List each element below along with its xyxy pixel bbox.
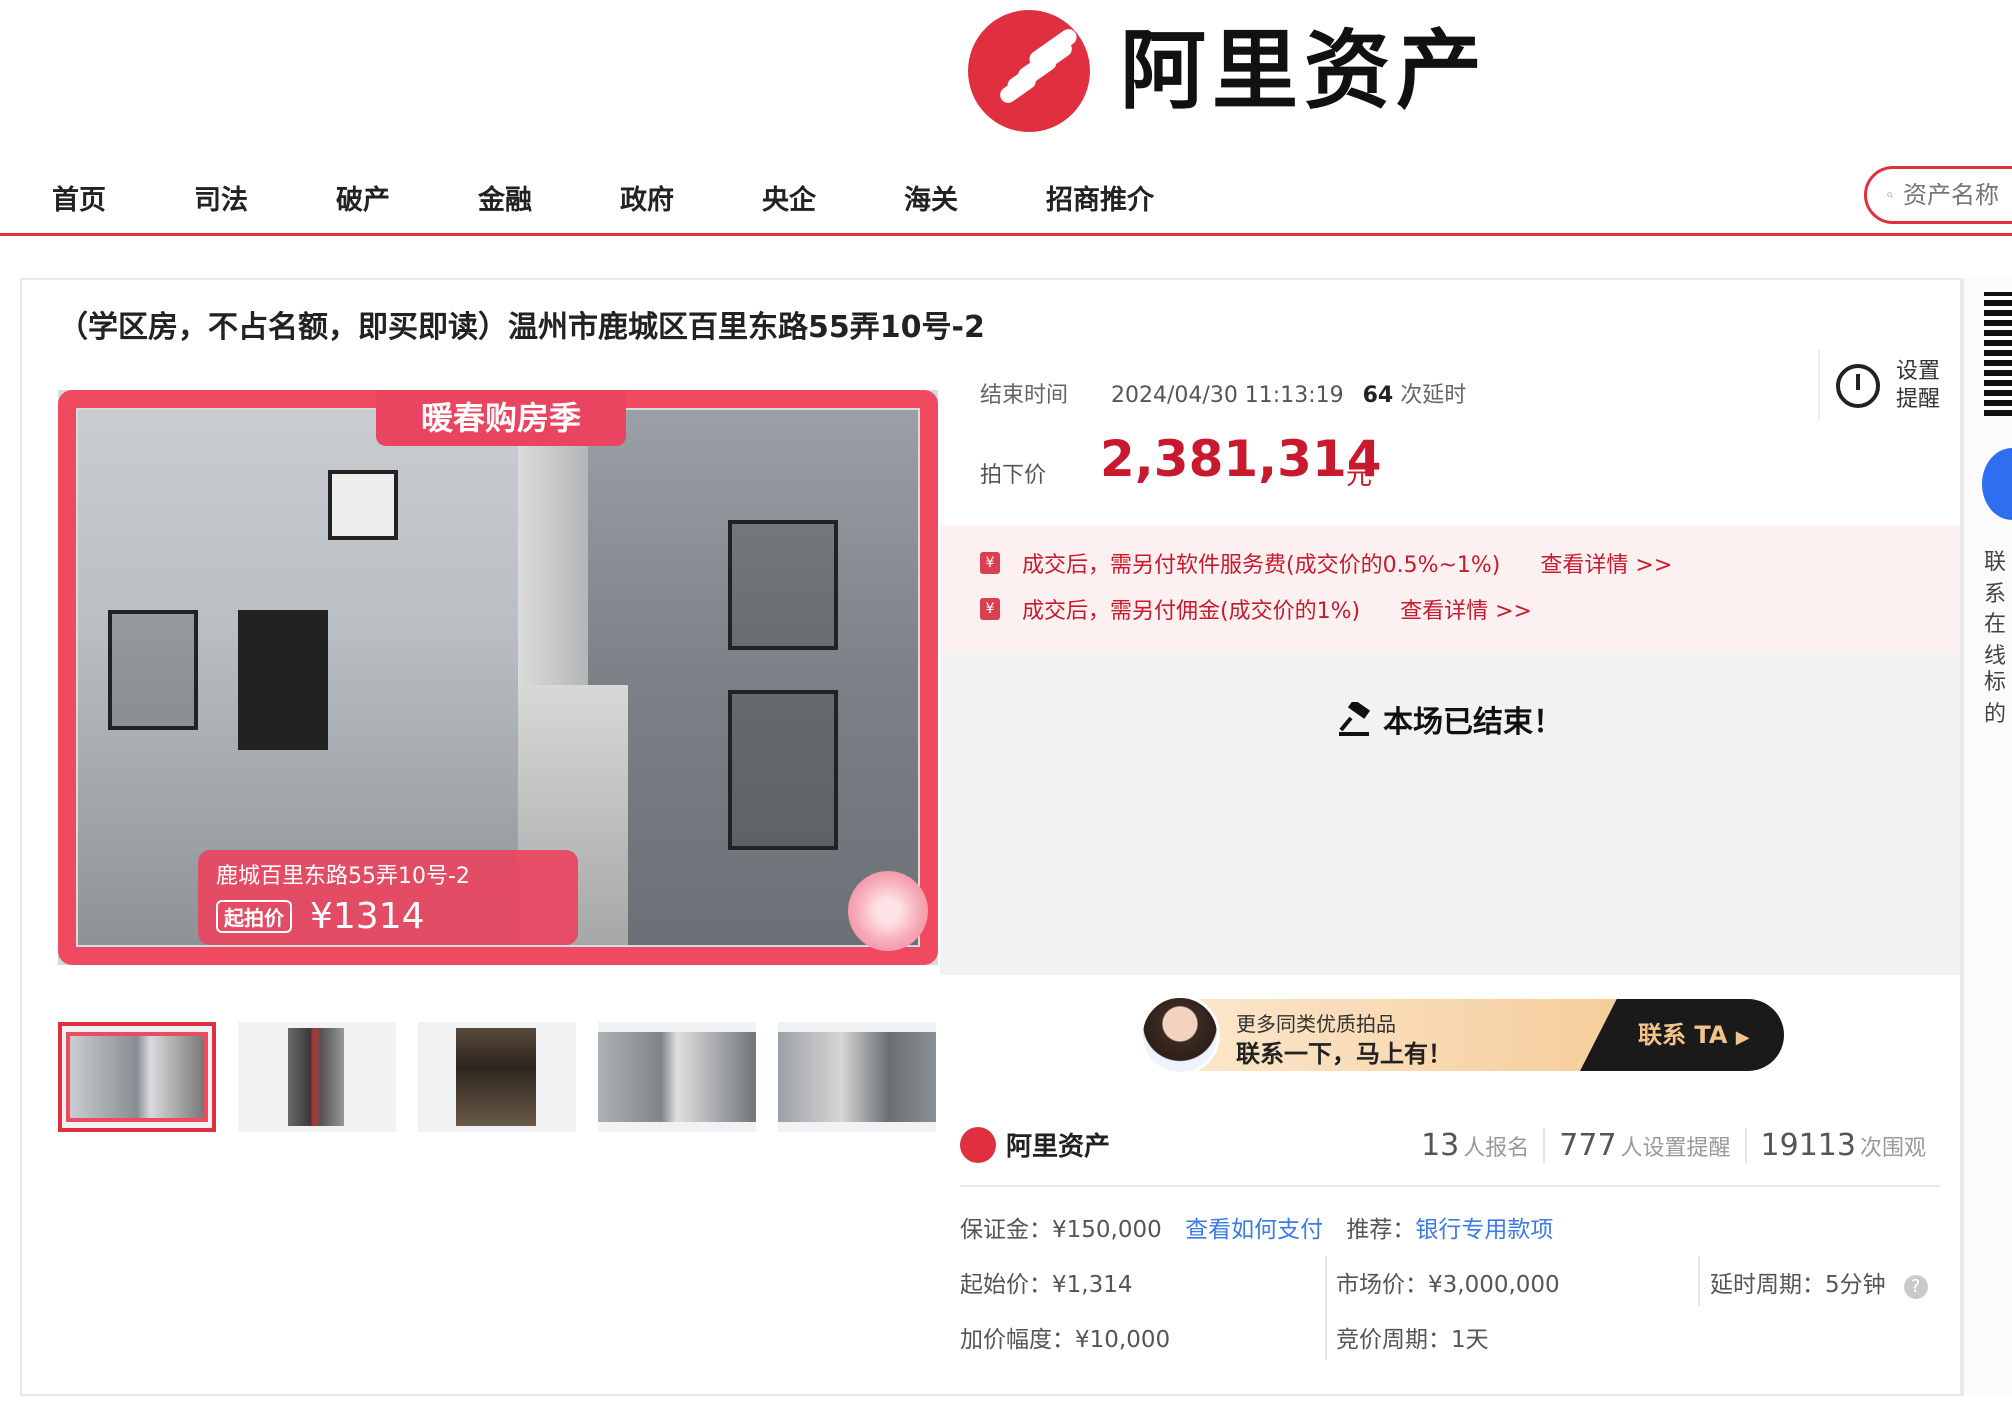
bid-increment: 加价幅度：¥10,000	[960, 1327, 1171, 1353]
promo-banner: 暖春购房季	[376, 390, 626, 446]
divider	[960, 1185, 1940, 1187]
sidebar-item-online[interactable]: 在线	[1984, 606, 2012, 670]
listing-title: （学区房，不占名额，即买即读）温州市鹿城区百里东路55弄10号-2	[58, 310, 985, 345]
photo-address-label: 鹿城百里东路55弄10号-2 起拍价 ¥1314	[198, 850, 578, 945]
flower-decoration	[848, 871, 928, 951]
contact-line-1: 更多同类优质拍品	[1236, 1012, 1396, 1036]
stat-registrations: 13 人报名	[1421, 1128, 1530, 1163]
stat-reminders: 777 人设置提醒	[1543, 1128, 1744, 1163]
fee-details-link-2[interactable]: 查看详情 >>	[1400, 593, 1532, 625]
fee-notice-1: ¥ 成交后，需另付软件服务费(成交价的0.5%~1%) 查看详情 >>	[980, 547, 1672, 579]
right-sidebar	[1962, 278, 2012, 1396]
auction-ended-text: 本场已结束！	[1383, 705, 1563, 740]
how-to-pay-link[interactable]: 查看如何支付	[1185, 1217, 1323, 1243]
thumbnail-1[interactable]	[58, 1022, 216, 1132]
start-price: 起始价：¥1,314	[960, 1272, 1133, 1298]
extension-count: 64	[1362, 383, 1394, 408]
set-reminder-button[interactable]: 设置 提醒	[1818, 350, 1940, 420]
photo-start-price: ¥1314	[310, 896, 425, 937]
contact-line-2: 联系一下，马上有！	[1236, 1040, 1452, 1068]
sidebar-item-target[interactable]: 标的	[1984, 664, 2012, 728]
fee-text-2: 成交后，需另付佣金(成交价的1%)	[1022, 599, 1361, 624]
recommend-label: 推荐：	[1346, 1217, 1416, 1243]
extension-suffix: 次延时	[1400, 383, 1467, 408]
org-logo-icon	[960, 1126, 996, 1163]
column-divider	[1698, 1256, 1700, 1306]
fee-notice-box: ¥ 成交后，需另付软件服务费(成交价的0.5%~1%) 查看详情 >> ¥ 成交…	[940, 525, 1960, 653]
sidebar-item-contact[interactable]: 联系	[1984, 544, 2012, 608]
deposit: 保证金：¥150,000	[960, 1217, 1162, 1243]
bid-period: 竞价周期：1天	[1336, 1327, 1489, 1353]
stat-views: 19113 次围观	[1744, 1128, 1940, 1163]
final-price-unit: 元	[1346, 461, 1373, 491]
help-icon[interactable]: ?	[1903, 1275, 1928, 1299]
fee-details-link-1[interactable]: 查看详情 >>	[1540, 547, 1672, 579]
fee-notice-2: ¥ 成交后，需另付佣金(成交价的1%) 查看详情 >>	[980, 593, 1532, 625]
qr-code-icon[interactable]	[1984, 292, 2012, 416]
nav-item-judicial[interactable]: 司法	[194, 178, 248, 217]
bank-account-link[interactable]: 银行专用款项	[1415, 1217, 1553, 1243]
thumbnail-2[interactable]	[238, 1022, 396, 1132]
brand-logo[interactable]: 阿里资产	[968, 10, 1488, 132]
yuan-tag-icon: ¥	[980, 552, 1000, 574]
delay-period: 延时周期：5分钟	[1710, 1272, 1886, 1298]
delay-period-row: 延时周期：5分钟?	[1710, 1265, 1928, 1299]
gavel-icon	[1339, 699, 1371, 736]
nav-item-soe[interactable]: 央企	[762, 178, 816, 217]
nav-item-government[interactable]: 政府	[620, 178, 674, 217]
brand-name: 阿里资产	[1120, 21, 1488, 121]
fee-text-1: 成交后，需另付软件服务费(成交价的0.5%~1%)	[1022, 553, 1501, 578]
alarm-clock-icon	[1836, 364, 1880, 408]
thumbnail-5[interactable]	[778, 1022, 936, 1132]
end-time-value: 2024/04/30 11:13:19	[1111, 383, 1344, 408]
end-time-label: 结束时间	[980, 383, 1069, 408]
remind-label-1: 设置	[1896, 359, 1941, 384]
auction-ended-message: 本场已结束！	[940, 697, 1960, 741]
nav-item-finance[interactable]: 金融	[478, 178, 532, 217]
end-time-row: 结束时间 2024/04/30 11:13:19 64 次延时	[980, 377, 1466, 409]
org-info[interactable]: 阿里资产	[960, 1126, 1110, 1163]
play-arrow-icon: ▶	[1735, 1027, 1750, 1048]
main-photo[interactable]: 暖春购房季 鹿城百里东路55弄10号-2 起拍价 ¥1314	[58, 390, 938, 965]
contact-ta-label: 联系 TA	[1638, 1021, 1728, 1049]
final-price-value: 2,381,314	[1100, 430, 1382, 488]
deposit-row: 保证金：¥150,000 查看如何支付 推荐：银行专用款项	[960, 1210, 1553, 1244]
thumbnail-3[interactable]	[418, 1022, 576, 1132]
yuan-tag-icon: ¥	[980, 598, 1000, 620]
market-price: 市场价：¥3,000,000	[1336, 1272, 1560, 1298]
start-price-tag: 起拍价	[216, 900, 292, 933]
auction-ended-panel: 本场已结束！	[940, 653, 1960, 975]
final-price-label: 拍下价	[980, 463, 1047, 488]
search-icon	[1887, 192, 1893, 198]
search-input[interactable]	[1901, 180, 2012, 210]
nav-item-customs[interactable]: 海关	[904, 178, 958, 217]
nav-item-investment[interactable]: 招商推介	[1046, 178, 1154, 217]
main-nav: 首页 司法 破产 金融 政府 央企 海关 招商推介	[0, 160, 2012, 236]
thumbnail-4[interactable]	[598, 1022, 756, 1132]
nav-item-bankruptcy[interactable]: 破产	[336, 178, 390, 217]
nav-item-home[interactable]: 首页	[52, 178, 106, 217]
brand-logo-icon	[968, 10, 1090, 132]
listing-stats: 13 人报名 777 人设置提醒 19113 次围观	[1407, 1128, 1940, 1163]
org-name: 阿里资产	[1006, 1132, 1111, 1162]
agent-avatar	[1140, 995, 1220, 1075]
search-box[interactable]	[1864, 166, 2012, 224]
photo-address: 鹿城百里东路55弄10号-2	[216, 864, 470, 889]
column-divider	[1325, 1256, 1327, 1360]
remind-label-2: 提醒	[1896, 387, 1941, 412]
thumbnail-strip	[58, 1022, 958, 1132]
